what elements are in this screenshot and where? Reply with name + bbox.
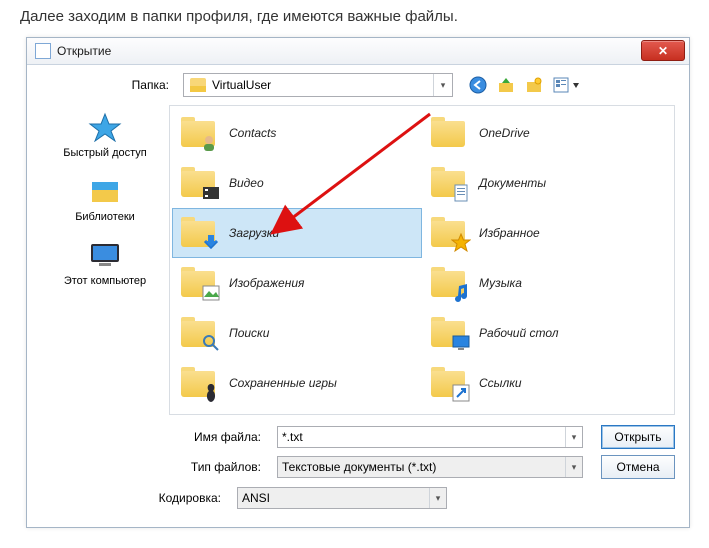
desktop-overlay-icon bbox=[451, 333, 471, 353]
sidebar-item-label: Быстрый доступ bbox=[41, 147, 169, 159]
games-overlay-icon bbox=[201, 383, 221, 403]
folder-label: Папка: bbox=[41, 78, 177, 92]
chevron-down-icon: ▾ bbox=[433, 74, 452, 96]
image-overlay-icon bbox=[201, 283, 221, 303]
filename-input[interactable]: *.txt ▾ bbox=[277, 426, 583, 448]
sidebar-item-label: Этот компьютер bbox=[41, 275, 169, 287]
folder-pictures[interactable]: Изображения bbox=[172, 258, 422, 308]
encoding-value: ANSI bbox=[242, 491, 270, 505]
views-icon[interactable] bbox=[553, 76, 581, 94]
places-sidebar: Быстрый доступ Библиотеки Этот компьютер bbox=[41, 105, 169, 415]
filename-label: Имя файла: bbox=[41, 430, 269, 444]
titlebar: Открытие ✕ bbox=[27, 38, 689, 65]
filename-value: *.txt bbox=[282, 430, 303, 444]
nav-toolbar bbox=[469, 76, 581, 94]
folder-label: OneDrive bbox=[479, 126, 530, 140]
up-icon[interactable] bbox=[497, 76, 515, 94]
close-button[interactable]: ✕ bbox=[641, 40, 685, 61]
folder-onedrive[interactable]: OneDrive bbox=[422, 108, 672, 158]
filetype-select[interactable]: Текстовые документы (*.txt) ▾ bbox=[277, 456, 583, 478]
filetype-value: Текстовые документы (*.txt) bbox=[282, 460, 436, 474]
folder-icon bbox=[190, 78, 206, 92]
folder-music[interactable]: Музыка bbox=[422, 258, 672, 308]
folder-label: Ссылки bbox=[479, 376, 522, 390]
video-overlay-icon bbox=[201, 183, 221, 203]
computer-icon bbox=[87, 239, 123, 271]
folder-label: Сохраненные игры bbox=[229, 376, 337, 390]
chevron-down-icon: ▾ bbox=[565, 457, 582, 477]
folder-label: Избранное bbox=[479, 226, 540, 240]
sidebar-item-label: Библиотеки bbox=[41, 211, 169, 223]
star-overlay-icon bbox=[451, 233, 471, 253]
folder-label: Рабочий стол bbox=[479, 326, 559, 340]
sidebar-this-pc[interactable]: Этот компьютер bbox=[41, 239, 169, 287]
folder-value: VirtualUser bbox=[212, 78, 271, 92]
sidebar-libraries[interactable]: Библиотеки bbox=[41, 175, 169, 223]
folder-favorites[interactable]: Избранное bbox=[422, 208, 672, 258]
star-icon bbox=[87, 111, 123, 143]
folder-links[interactable]: Ссылки bbox=[422, 358, 672, 408]
folder-documents[interactable]: Документы bbox=[422, 158, 672, 208]
search-overlay-icon bbox=[201, 333, 221, 353]
folder-label: Музыка bbox=[479, 276, 522, 290]
app-icon bbox=[35, 43, 51, 59]
file-list: Contacts OneDrive Видео Документы bbox=[169, 105, 675, 415]
music-overlay-icon bbox=[451, 283, 471, 303]
open-dialog: Открытие ✕ Папка: VirtualUser ▾ bbox=[26, 37, 690, 528]
folder-label: Contacts bbox=[229, 126, 276, 140]
encoding-select[interactable]: ANSI ▾ bbox=[237, 487, 447, 509]
close-icon: ✕ bbox=[658, 44, 668, 58]
back-icon[interactable] bbox=[469, 76, 487, 94]
libraries-icon bbox=[87, 175, 123, 207]
folder-combobox[interactable]: VirtualUser ▾ bbox=[183, 73, 453, 97]
chevron-down-icon: ▾ bbox=[429, 488, 446, 508]
contacts-overlay-icon bbox=[201, 133, 221, 153]
folder-label: Видео bbox=[229, 176, 264, 190]
filetype-label: Тип файлов: bbox=[41, 460, 269, 474]
folder-label: Документы bbox=[479, 176, 546, 190]
cancel-button[interactable]: Отмена bbox=[601, 455, 675, 479]
folder-searches[interactable]: Поиски bbox=[172, 308, 422, 358]
page-caption: Далее заходим в папки профиля, где имеют… bbox=[0, 0, 709, 37]
document-overlay-icon bbox=[451, 183, 471, 203]
encoding-label: Кодировка: bbox=[41, 491, 229, 505]
folder-saved-games[interactable]: Сохраненные игры bbox=[172, 358, 422, 408]
folder-label: Изображения bbox=[229, 276, 304, 290]
folder-video[interactable]: Видео bbox=[172, 158, 422, 208]
folder-desktop[interactable]: Рабочий стол bbox=[422, 308, 672, 358]
link-overlay-icon bbox=[451, 383, 471, 403]
chevron-down-icon: ▾ bbox=[565, 427, 582, 447]
window-title: Открытие bbox=[57, 44, 111, 58]
new-folder-icon[interactable] bbox=[525, 76, 543, 94]
sidebar-quick-access[interactable]: Быстрый доступ bbox=[41, 111, 169, 159]
folder-label: Поиски bbox=[229, 326, 269, 340]
folder-label: Загрузки bbox=[229, 226, 279, 240]
open-button[interactable]: Открыть bbox=[601, 425, 675, 449]
folder-downloads[interactable]: Загрузки bbox=[172, 208, 422, 258]
folder-contacts[interactable]: Contacts bbox=[172, 108, 422, 158]
download-overlay-icon bbox=[201, 233, 221, 253]
